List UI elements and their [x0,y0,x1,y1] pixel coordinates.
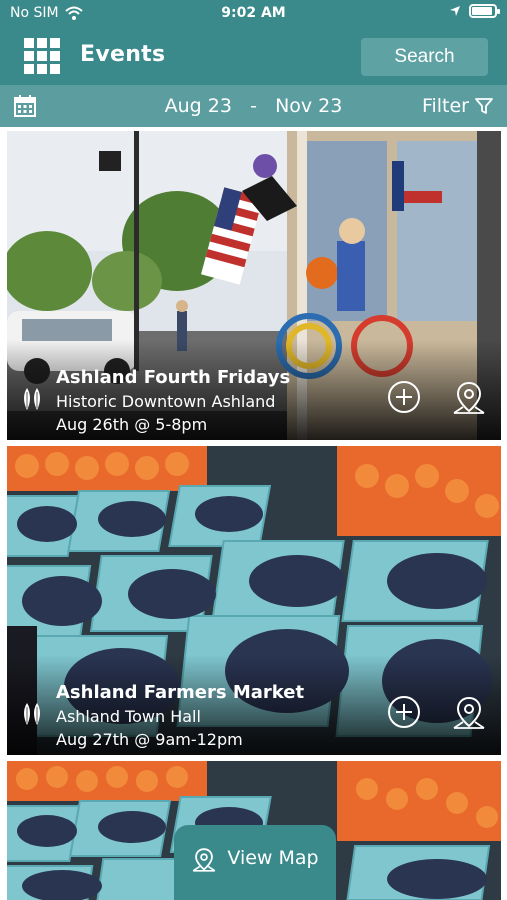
date-end: Nov 23 [275,95,343,117]
event-date: Aug 26th @ 5-8pm [56,415,208,434]
map-pin-icon[interactable] [451,695,487,731]
status-right [449,4,500,18]
status-time: 9:02 AM [221,5,286,21]
status-bar: No SIM 9:02 AM [0,0,507,28]
event-card[interactable]: Ashland Farmers Market Ashland Town Hall… [7,446,501,755]
filter-button[interactable]: Filter [422,95,493,117]
search-button[interactable]: Search [361,38,488,76]
header: Events Search [0,28,507,85]
date-start: Aug 23 [164,95,232,117]
event-card[interactable]: Ashland Fourth Fridays Historic Downtown… [7,131,501,440]
add-event-plus-icon[interactable] [387,380,421,414]
corn-icon [24,388,40,410]
event-date: Aug 27th @ 9am-12pm [56,730,243,749]
funnel-icon [475,98,493,114]
view-map-label: View Map [227,847,319,869]
menu-grid-icon[interactable] [24,38,60,74]
filter-label: Filter [421,95,469,117]
view-map-button[interactable]: View Map [174,825,336,900]
event-title: Ashland Fourth Fridays [56,367,291,388]
add-event-plus-icon[interactable] [387,695,421,729]
location-arrow-icon [450,6,460,16]
map-pin-icon[interactable] [451,380,487,416]
map-pin-icon [193,848,216,872]
date-separator: - [250,95,257,117]
date-bar: Aug 23 - Nov 23 Filter [0,85,507,127]
page-title: Events [80,42,166,67]
event-title: Ashland Farmers Market [56,682,305,703]
event-location: Ashland Town Hall [56,707,201,726]
event-location: Historic Downtown Ashland [56,392,276,411]
corn-icon [24,703,40,725]
battery-icon [469,4,500,18]
